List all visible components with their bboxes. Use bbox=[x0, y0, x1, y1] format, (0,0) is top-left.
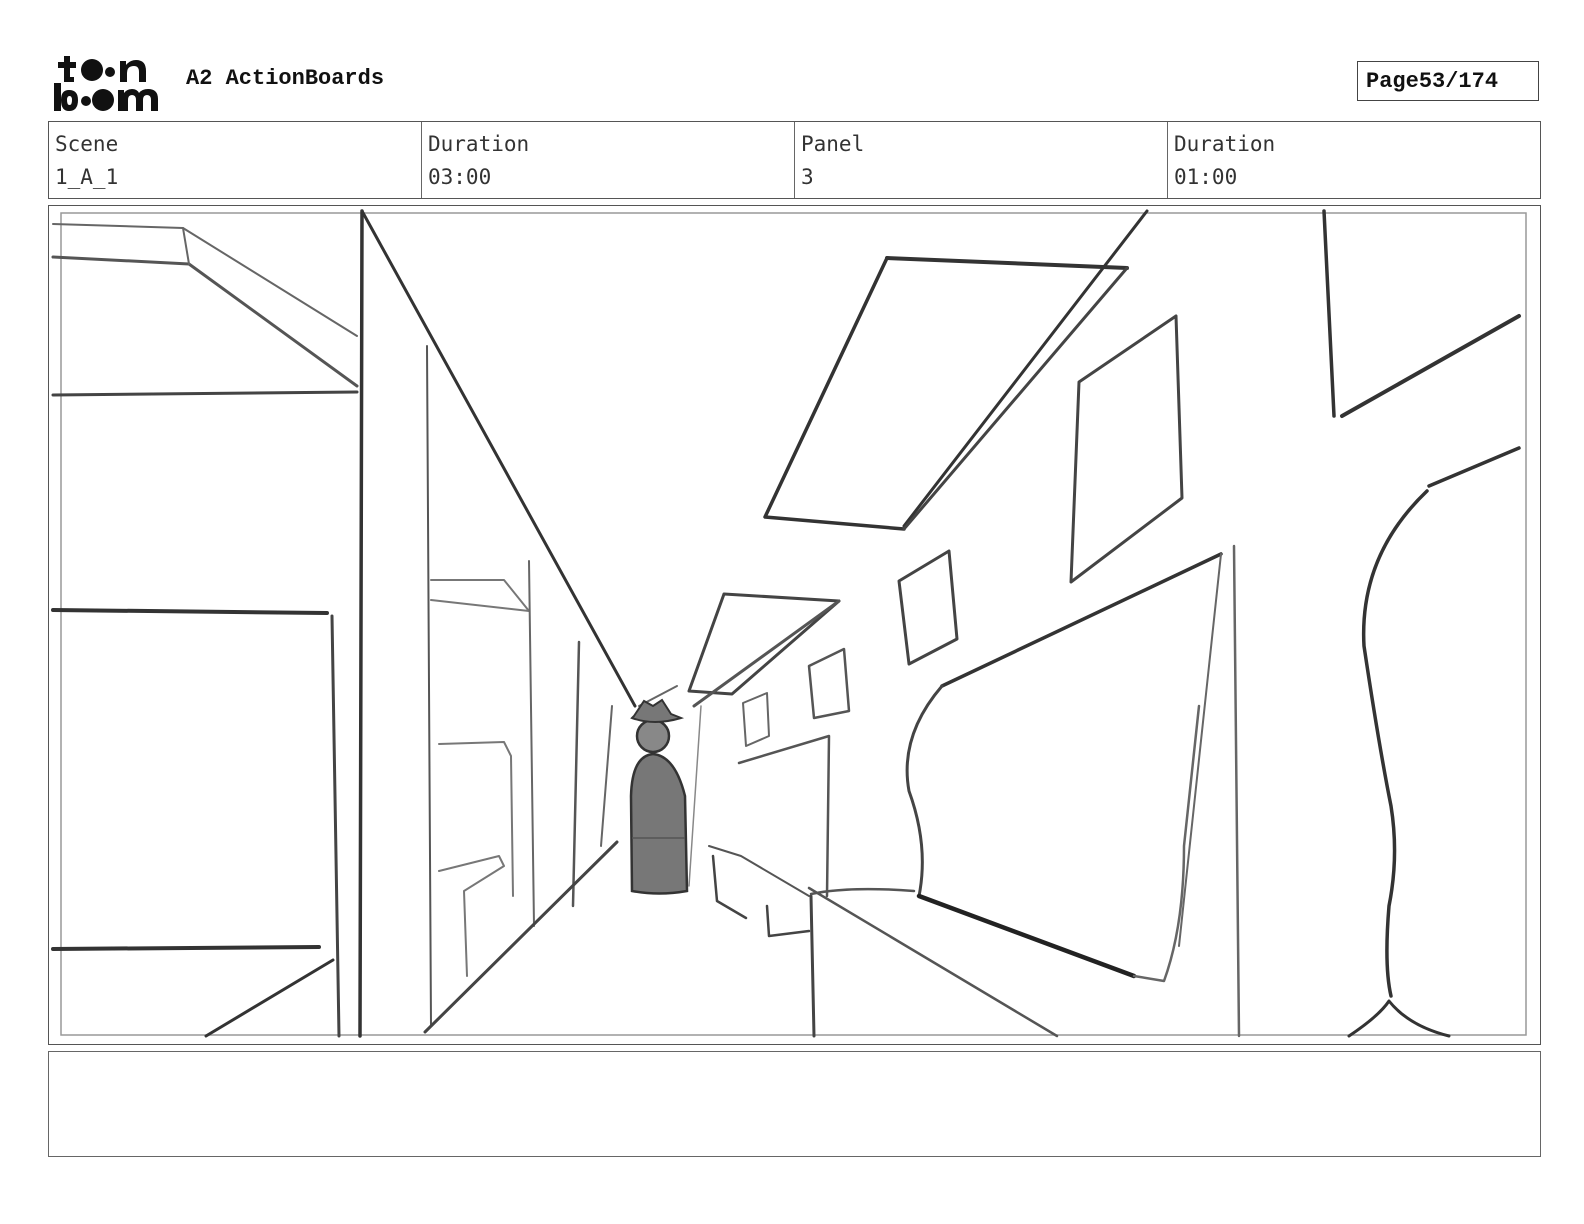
action-notes-box bbox=[48, 1051, 1541, 1157]
scene-label: Scene bbox=[55, 132, 119, 156]
panel-info-row: Scene 1_A_1 Duration 03:00 Panel 3 Durat… bbox=[48, 121, 1541, 199]
page-indicator: Page 53/174 bbox=[1357, 61, 1539, 101]
storyboard-panel bbox=[48, 205, 1541, 1045]
scene-cell: Scene 1_A_1 bbox=[49, 122, 422, 198]
panel-duration-value: 01:00 bbox=[1174, 165, 1238, 189]
panel-label: Panel bbox=[801, 132, 865, 156]
scene-duration-label: Duration bbox=[428, 132, 530, 156]
panel-value: 3 bbox=[801, 165, 814, 189]
scene-duration-cell: Duration 03:00 bbox=[422, 122, 795, 198]
panel-cell: Panel 3 bbox=[795, 122, 1168, 198]
page-number: 53/174 bbox=[1418, 68, 1499, 94]
scene-duration-value: 03:00 bbox=[428, 165, 492, 189]
storyboard-sketch bbox=[51, 209, 1527, 1038]
toonboom-logo bbox=[54, 56, 158, 111]
figure-silhouette bbox=[629, 698, 689, 895]
panel-duration-cell: Duration 01:00 bbox=[1168, 122, 1540, 198]
panel-duration-label: Duration bbox=[1174, 132, 1276, 156]
project-title: A2 ActionBoards bbox=[186, 66, 385, 91]
scene-value: 1_A_1 bbox=[55, 165, 119, 189]
page-label: Page bbox=[1366, 68, 1419, 94]
